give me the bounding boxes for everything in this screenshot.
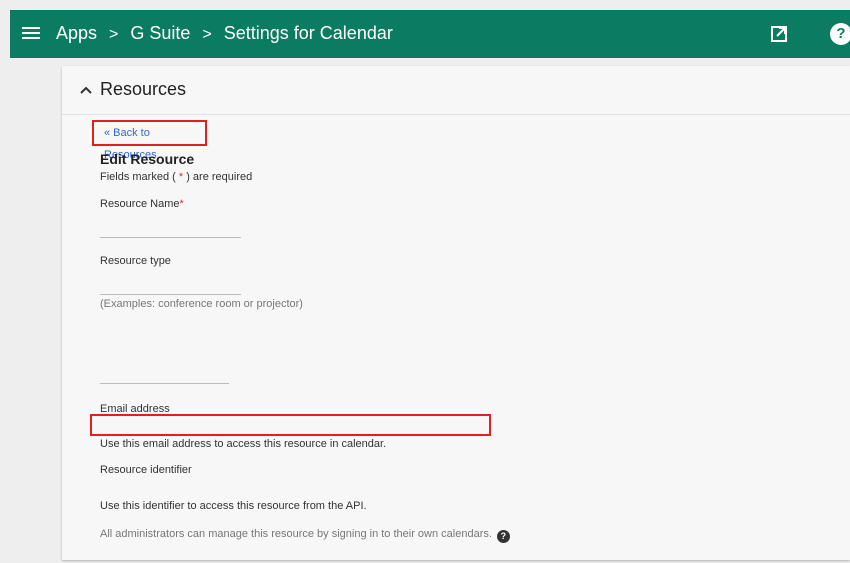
breadcrumb-apps[interactable]: Apps [56,23,97,44]
breadcrumb-separator: > [109,26,119,43]
required-note-prefix: Fields marked ( [100,171,179,183]
top-app-bar: Apps > G Suite > Settings for Calendar ? [10,10,850,58]
admin-note: All administrators can manage this resou… [100,528,510,543]
section-title: Resources [100,79,187,99]
required-star: * [179,198,184,210]
required-note: Fields marked ( * ) are required [100,171,252,183]
resource-name-input[interactable] [100,237,241,238]
email-address-field[interactable] [90,414,491,436]
open-in-new-icon[interactable] [769,24,789,44]
resource-name-label-text: Resource Name [100,198,180,210]
admin-note-text: All administrators can manage this resou… [100,528,492,540]
resource-description-input[interactable] [100,383,229,384]
page-heading: Edit Resource [100,151,195,167]
breadcrumb: Apps > G Suite > Settings for Calendar [56,23,393,44]
resource-name-label: Resource Name* [100,198,184,210]
email-address-hint: Use this email address to access this re… [100,438,387,450]
breadcrumb-gsuite[interactable]: G Suite [130,23,190,44]
resource-type-input[interactable] [100,294,241,295]
menu-icon[interactable] [22,24,40,44]
resource-type-label: Resource type [100,255,171,267]
resource-identifier-hint: Use this identifier to access this resou… [100,500,367,512]
chevron-up-icon[interactable] [80,82,92,98]
breadcrumb-current: Settings for Calendar [223,23,393,43]
resource-type-hint: (Examples: conference room or projector) [100,298,303,310]
resource-identifier-label: Resource identifier [100,464,192,476]
help-icon[interactable]: ? [830,23,850,45]
question-icon[interactable]: ? [496,530,510,543]
breadcrumb-separator: > [202,26,212,43]
back-to-resources-link[interactable]: « Back to Resources [92,120,207,161]
card-header[interactable]: Resources [62,66,850,115]
required-note-suffix: ) are required [183,171,253,183]
